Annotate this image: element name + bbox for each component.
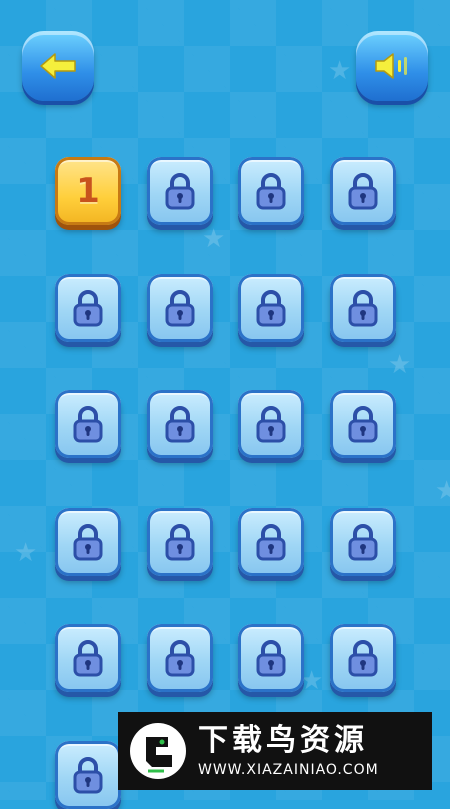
level-tile-locked[interactable] <box>55 741 121 809</box>
lock-icon <box>256 290 286 327</box>
star-decoration: ★ <box>328 56 352 86</box>
lock-icon <box>348 524 378 561</box>
lock-icon <box>348 290 378 327</box>
level-tile-locked[interactable] <box>238 274 304 342</box>
level-tile-locked[interactable] <box>55 274 121 342</box>
star-decoration: ★ <box>388 350 412 380</box>
level-tile-locked[interactable] <box>330 157 396 225</box>
level-tile-locked[interactable] <box>330 274 396 342</box>
lock-icon <box>165 290 195 327</box>
lock-icon <box>73 524 103 561</box>
lock-icon <box>73 290 103 327</box>
lock-icon <box>73 757 103 794</box>
level-tile-locked[interactable] <box>330 508 396 576</box>
level-tile-locked[interactable] <box>147 157 213 225</box>
star-decoration: ★ <box>435 476 450 506</box>
level-tile-locked[interactable] <box>55 508 121 576</box>
level-tile-locked[interactable] <box>55 624 121 692</box>
lock-icon <box>73 406 103 443</box>
lock-icon <box>73 640 103 677</box>
level-tile-locked[interactable] <box>238 390 304 458</box>
level-tile-locked[interactable] <box>55 390 121 458</box>
speaker-icon <box>375 53 407 79</box>
level-tile-locked[interactable] <box>147 390 213 458</box>
lock-icon <box>348 406 378 443</box>
lock-icon <box>256 173 286 210</box>
star-decoration: ★ <box>14 538 38 568</box>
lock-icon <box>348 640 378 677</box>
level-tile-locked[interactable] <box>147 624 213 692</box>
watermark-url: WWW.XIAZAINIAO.COM <box>198 762 379 778</box>
back-button[interactable] <box>22 31 94 101</box>
lock-icon <box>165 173 195 210</box>
watermark-banner: 下载鸟资源 WWW.XIAZAINIAO.COM <box>118 712 432 790</box>
lock-icon <box>165 640 195 677</box>
lock-icon <box>348 173 378 210</box>
level-tile-locked[interactable] <box>147 274 213 342</box>
arrow-left-icon <box>40 53 76 79</box>
level-tile-locked[interactable] <box>238 157 304 225</box>
level-tile-locked[interactable] <box>330 624 396 692</box>
bird-logo-icon <box>130 723 186 779</box>
level-tile-1[interactable]: 1 <box>55 157 121 225</box>
lock-icon <box>165 524 195 561</box>
level-tile-locked[interactable] <box>238 624 304 692</box>
lock-icon <box>165 406 195 443</box>
lock-icon <box>256 524 286 561</box>
lock-icon <box>256 640 286 677</box>
sound-toggle-button[interactable] <box>356 31 428 101</box>
level-number: 1 <box>76 171 100 211</box>
level-tile-locked[interactable] <box>238 508 304 576</box>
watermark-title: 下载鸟资源 <box>198 723 368 758</box>
level-tile-locked[interactable] <box>330 390 396 458</box>
level-tile-locked[interactable] <box>147 508 213 576</box>
star-decoration: ★ <box>202 224 226 254</box>
lock-icon <box>256 406 286 443</box>
